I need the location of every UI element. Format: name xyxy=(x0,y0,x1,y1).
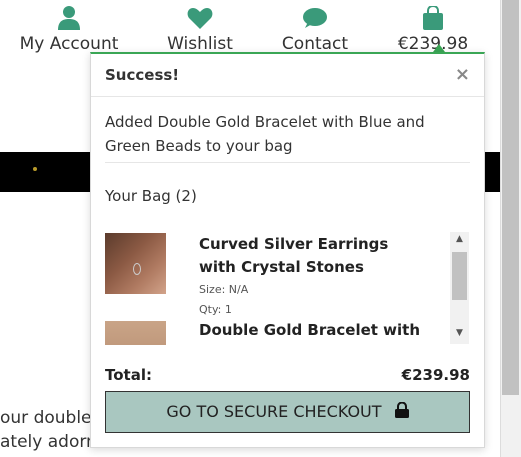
scroll-down-icon[interactable]: ▼ xyxy=(450,328,469,340)
bag-heading: Your Bag (2) xyxy=(105,187,197,205)
window-scrollbar-thumb[interactable] xyxy=(502,0,519,395)
bag-success-toast: Success! × Added Double Gold Bracelet wi… xyxy=(90,52,485,448)
scroll-up-icon[interactable]: ▲ xyxy=(450,234,469,246)
nav-my-account[interactable]: My Account xyxy=(14,6,124,54)
description-line-2: ately adorned with xyxy=(0,432,160,452)
shopping-bag-icon xyxy=(388,4,478,32)
total-label: Total: xyxy=(105,366,152,384)
toast-title: Success! xyxy=(105,66,180,84)
product-description: our double ately adorned with xyxy=(0,406,160,454)
bag-list-scrollbar-thumb[interactable] xyxy=(452,252,467,300)
bag-item-name: Curved Silver Earrings with Crystal Ston… xyxy=(199,235,389,276)
nav-contact[interactable]: Contact xyxy=(265,6,365,54)
secure-checkout-button[interactable]: GO TO SECURE CHECKOUT xyxy=(105,391,470,433)
bag-item-name: Double Gold Bracelet with Blue xyxy=(199,321,421,345)
bag-item-qty: Qty: 1 xyxy=(199,303,232,316)
banner-dot xyxy=(33,167,37,171)
toast-arrow xyxy=(433,44,445,52)
product-image-earrings xyxy=(105,233,166,294)
lock-icon xyxy=(394,393,409,433)
nav-contact-label: Contact xyxy=(281,34,349,54)
top-nav: My Account Wishlist Contact €239.98 xyxy=(0,0,500,60)
divider xyxy=(105,162,470,163)
heart-icon xyxy=(150,6,250,32)
total-value: €239.98 xyxy=(401,366,470,384)
bag-item-size: Size: N/A xyxy=(199,283,249,296)
checkout-label: GO TO SECURE CHECKOUT xyxy=(166,402,382,421)
nav-wishlist-label: Wishlist xyxy=(167,34,233,54)
earring-detail xyxy=(133,263,141,275)
toast-message: Added Double Gold Bracelet with Blue and… xyxy=(105,113,425,155)
description-line-1: our double xyxy=(0,408,92,428)
nav-wishlist[interactable]: Wishlist xyxy=(150,6,250,54)
user-icon xyxy=(14,6,124,32)
nav-my-account-label: My Account xyxy=(19,34,119,54)
close-icon[interactable]: × xyxy=(455,64,470,85)
product-image-bracelet xyxy=(105,321,166,345)
toast-header: Success! × xyxy=(91,54,484,97)
chat-bubble-icon xyxy=(265,6,365,32)
bag-item-list[interactable]: Curved Silver Earrings with Crystal Ston… xyxy=(105,233,470,345)
